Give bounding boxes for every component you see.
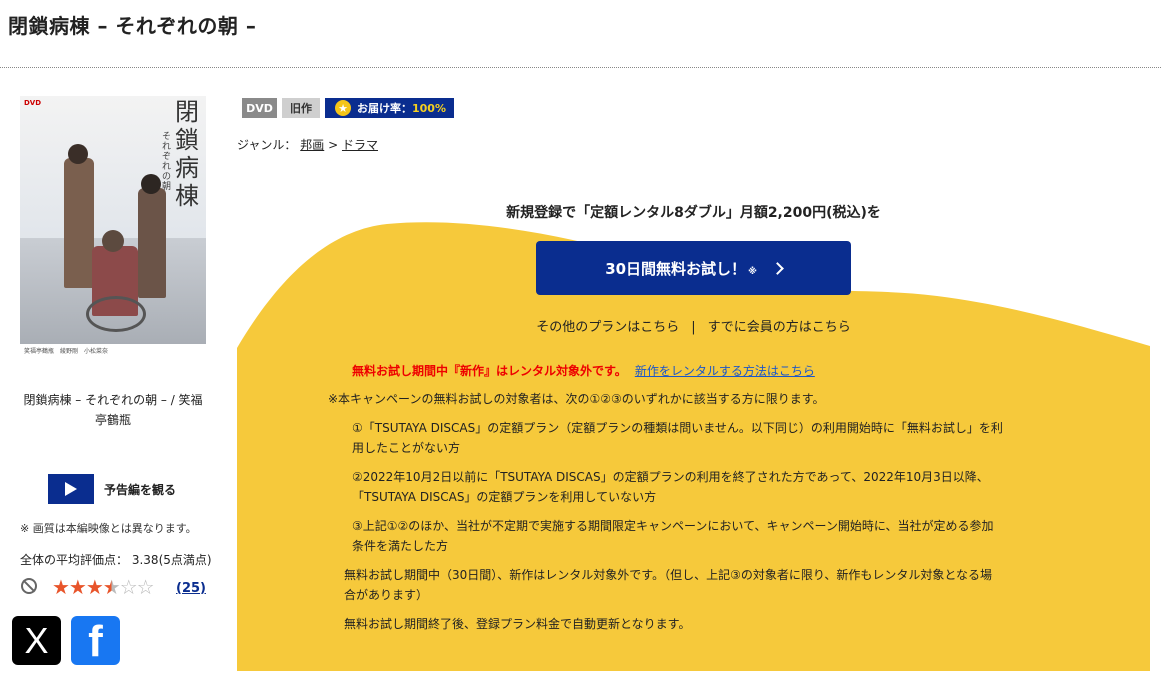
jacket-cast-line: 笑福亭鶴瓶 綾野剛 小松菜奈 (20, 344, 206, 362)
jacket-caption: 閉鎖病棟 – それぞれの朝 – / 笑福亭鶴瓶 (23, 393, 203, 427)
facebook-share-icon[interactable]: f (71, 616, 120, 665)
eligibility-intro: ※本キャンペーンの無料お試しの対象者は、次の①②③のいずれかに該当する方に限りま… (328, 392, 825, 406)
title-divider (0, 67, 1161, 68)
trailer-play-button[interactable] (48, 474, 94, 504)
trial-period-note-a: 無料お試し期間中（30日間）、新作はレンタル対象外です。（但し、上記③の対象者に… (344, 568, 992, 582)
eligibility-item-2a: ②2022年10月2日以前に「TSUTAYA DISCAS」の定額プランの利用を… (352, 470, 989, 484)
prohibited-icon[interactable] (21, 578, 37, 594)
auto-renew-note: 無料お試し期間終了後、登録プラン料金で自動更新となります。 (344, 617, 691, 631)
genre-label: ジャンル： (237, 138, 297, 152)
breadcrumb-separator: > (328, 138, 339, 152)
review-count-link[interactable]: (25) (176, 581, 206, 596)
page-title: 閉鎖病棟 – それぞれの朝 – (8, 14, 257, 38)
delivery-rate-badge: ★ お届け率： 100% (325, 98, 454, 118)
trial-period-note-b: 合があります） (344, 588, 429, 602)
release-age-badge: 旧作 (282, 98, 320, 118)
free-trial-button[interactable]: 30日間無料お試し！ ※ (536, 241, 851, 295)
play-icon (65, 482, 77, 496)
jacket-vertical-title: 閉鎖病棟 (175, 98, 199, 210)
eligibility-item-2b: 「TSUTAYA DISCAS」の定額プランを利用していない方 (352, 490, 657, 504)
eligibility-item-3b: 条件を満たした方 (352, 539, 449, 553)
average-rating-value: 3.38(5点満点) (131, 553, 212, 567)
free-trial-label: 30日間無料お試し！ (605, 259, 747, 278)
other-plans-link[interactable]: その他のプランはこちら (536, 320, 679, 335)
eligibility-item-1b: 用したことがない方 (352, 441, 461, 455)
rating-stars-empty: ☆☆ (119, 575, 155, 599)
rating-stars-filled: ★★★ (52, 575, 104, 599)
x-share-icon[interactable]: X (12, 616, 61, 665)
new-release-rental-link[interactable]: 新作をレンタルする方法はこちら (635, 364, 815, 378)
trailer-label[interactable]: 予告編を観る (104, 481, 176, 498)
rating-star-half: ★ (102, 575, 121, 599)
genre-breadcrumb: ジャンル： 邦画 > ドラマ (237, 136, 378, 153)
plan-links: その他のプランはこちら | すでに会員の方はこちら (237, 316, 1150, 335)
eligibility-item-1a: ①「TSUTAYA DISCAS」の定額プラン（定額プランの種類は問いません。以… (352, 421, 1003, 435)
member-login-link[interactable]: すでに会員の方はこちら (708, 320, 851, 335)
campaign-headline: 新規登録で「定額レンタル8ダブル」月額2,200円(税込)を (506, 205, 881, 221)
format-badge: DVD (242, 98, 277, 118)
average-rating-label: 全体の平均評価点： (20, 553, 129, 567)
new-release-warning: 無料お試し期間中『新作』はレンタル対象外です。 新作をレンタルする方法はこちら (352, 362, 815, 379)
plan-links-separator: | (691, 320, 696, 335)
genre-link-japanese-film[interactable]: 邦画 (300, 138, 324, 152)
free-trial-note-mark: ※ (748, 267, 757, 277)
quality-note: ※ 画質は本編映像とは異なります。 (20, 522, 197, 535)
genre-link-drama[interactable]: ドラマ (342, 138, 378, 152)
dvd-jacket-image[interactable]: DVD 閉鎖病棟 それぞれの朝 笑福亭鶴瓶 綾野剛 小松菜奈 (20, 96, 206, 362)
eligibility-item-3a: ③上記①②のほか、当社が不定期で実施する期間限定キャンペーンにおいて、キャンペー… (352, 519, 994, 533)
dvd-mark: DVD (24, 99, 42, 107)
delivery-rate-label: お届け率： (357, 102, 412, 115)
new-release-warning-text: 無料お試し期間中『新作』はレンタル対象外です。 (352, 364, 627, 378)
jacket-vertical-subtitle: それぞれの朝 (162, 132, 172, 192)
chevron-right-icon (770, 261, 784, 275)
rating-stars: ★★★★☆☆ (52, 575, 155, 599)
star-icon: ★ (335, 100, 351, 116)
average-rating: 全体の平均評価点： 3.38(5点満点) (20, 551, 212, 568)
delivery-rate-value: 100% (412, 101, 446, 115)
